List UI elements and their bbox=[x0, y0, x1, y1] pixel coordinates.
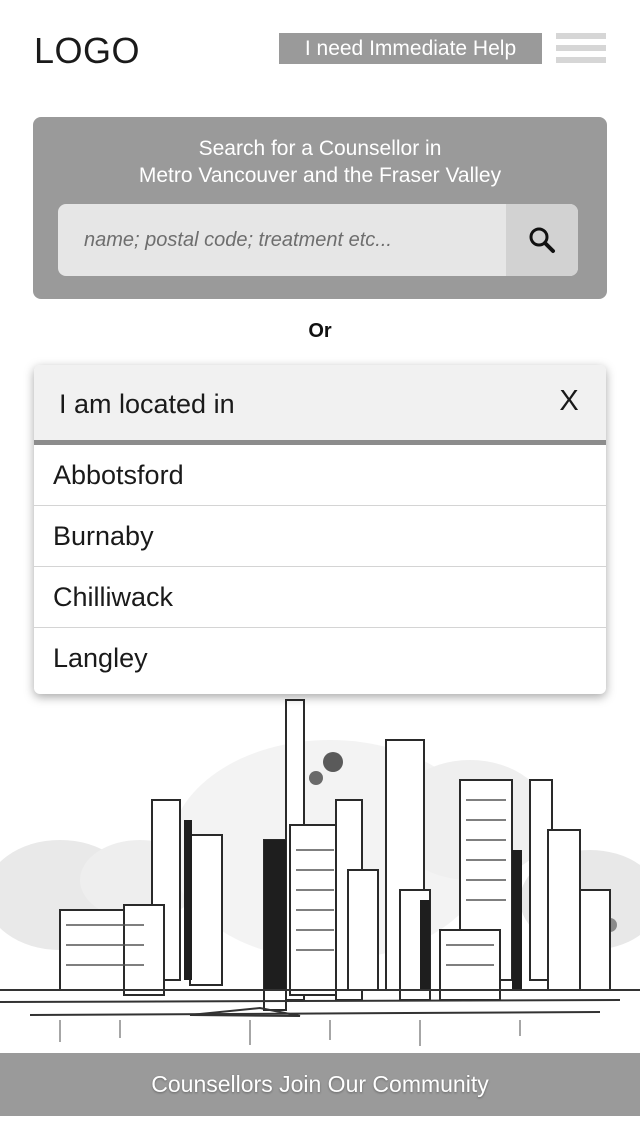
logo[interactable]: LOGO bbox=[34, 30, 140, 72]
location-option-chilliwack[interactable]: Chilliwack bbox=[34, 567, 606, 628]
search-icon bbox=[529, 227, 555, 253]
search-heading: Search for a Counsellor in Metro Vancouv… bbox=[33, 135, 607, 189]
close-icon[interactable]: X bbox=[554, 385, 584, 421]
hamburger-menu-icon[interactable] bbox=[556, 33, 606, 64]
location-dropdown: I am located in X Abbotsford Burnaby Chi… bbox=[34, 365, 606, 694]
search-heading-line2: Metro Vancouver and the Fraser Valley bbox=[138, 164, 502, 187]
search-box bbox=[58, 204, 578, 276]
location-dropdown-label: I am located in bbox=[59, 389, 235, 419]
or-divider: Or bbox=[308, 320, 332, 342]
location-option-burnaby[interactable]: Burnaby bbox=[34, 506, 606, 567]
immediate-help-button[interactable]: I need Immediate Help bbox=[279, 33, 542, 64]
search-button[interactable] bbox=[506, 204, 578, 276]
search-heading-line1: Search for a Counsellor in bbox=[198, 137, 442, 160]
city-skyline-illustration bbox=[0, 699, 640, 1046]
search-panel: Search for a Counsellor in Metro Vancouv… bbox=[33, 117, 607, 299]
location-dropdown-header[interactable]: I am located in X bbox=[34, 365, 606, 445]
location-option-abbotsford[interactable]: Abbotsford bbox=[34, 445, 606, 506]
search-input[interactable] bbox=[58, 204, 506, 276]
join-community-button[interactable]: Counsellors Join Our Community bbox=[0, 1053, 640, 1116]
location-option-langley[interactable]: Langley bbox=[34, 628, 606, 689]
